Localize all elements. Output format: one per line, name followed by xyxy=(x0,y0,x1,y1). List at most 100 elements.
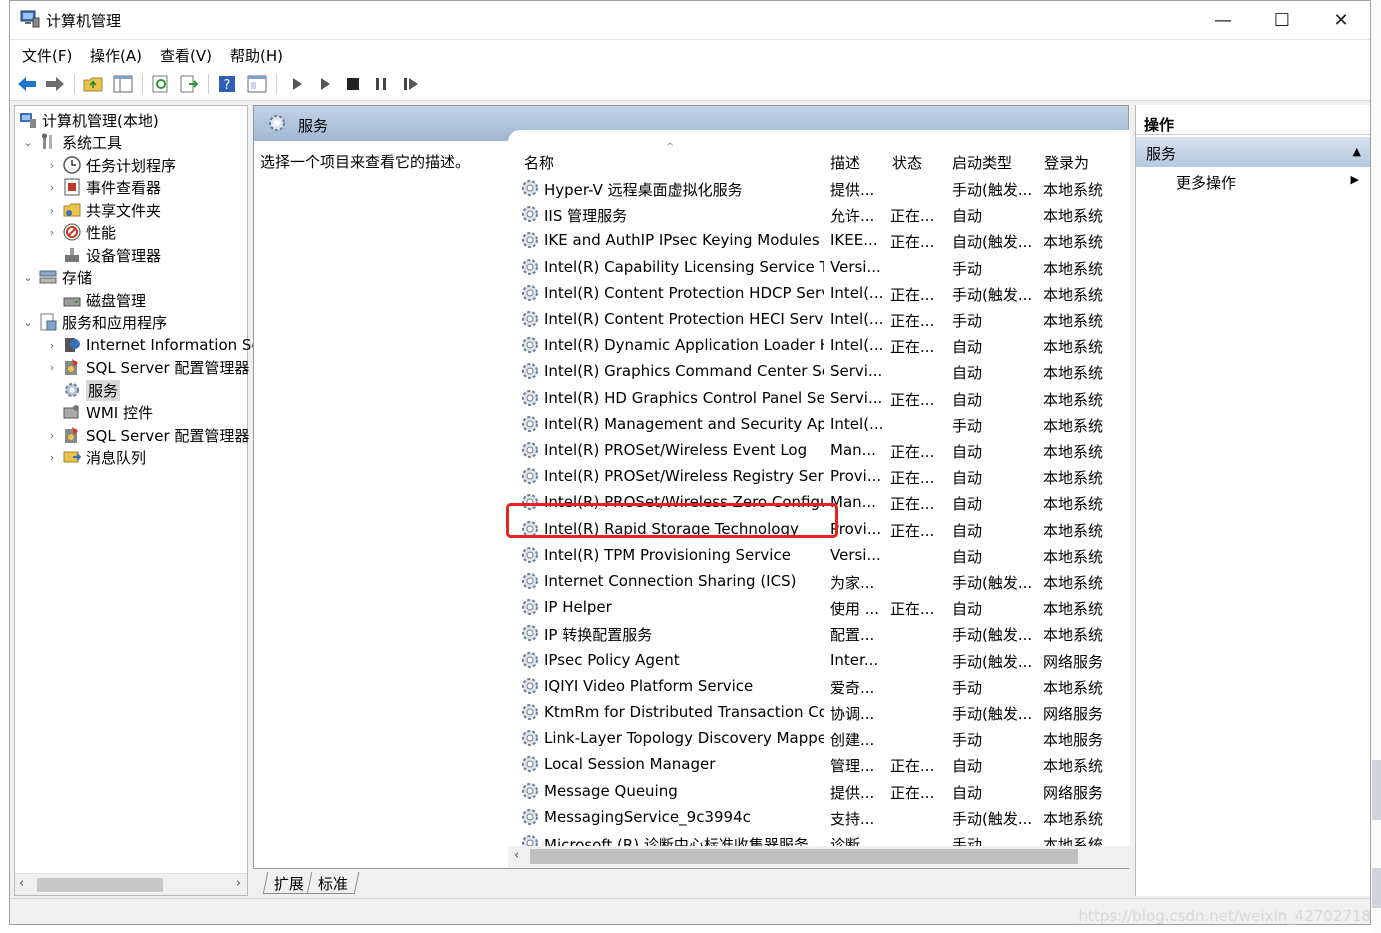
service-row[interactable]: MessagingService_9c3994c 支持... 手动(触发... 本地系… xyxy=(508,804,1108,830)
column-header-name[interactable]: 名称 xyxy=(524,152,554,173)
service-row[interactable]: Intel(R) Content Protection HECI Service… xyxy=(508,306,1108,332)
service-row[interactable]: Intel(R) Dynamic Application Loader H...… xyxy=(508,332,1108,358)
column-header-status[interactable]: 状态 xyxy=(892,152,922,173)
scroll-left-icon[interactable]: ‹ xyxy=(514,848,519,863)
tree-item-performance[interactable]: › 性能 xyxy=(45,221,116,243)
menu-action[interactable]: 操作(A) xyxy=(90,45,142,66)
service-row[interactable]: Intel(R) Graphics Command Center Ser... S… xyxy=(508,358,1108,384)
scrollbar-thumb[interactable] xyxy=(530,849,1078,864)
pause-service-icon[interactable] xyxy=(370,73,392,95)
start-service-icon[interactable] xyxy=(286,73,308,95)
service-row[interactable]: Local Session Manager 管理... 正在... 自动 本地系统 xyxy=(508,751,1108,777)
tree-item-disk-management[interactable]: 磁盘管理 xyxy=(63,289,146,311)
service-row[interactable]: IPsec Policy Agent Inter... 手动(触发... 网络服务 xyxy=(508,647,1108,673)
service-row[interactable]: Intel(R) PROSet/Wireless Event Log Man...… xyxy=(508,437,1108,463)
close-button[interactable]: ✕ xyxy=(1312,1,1370,39)
submenu-arrow-icon[interactable]: ▶ xyxy=(1351,173,1359,186)
service-description: 支持... xyxy=(830,809,875,828)
restart-service-icon[interactable] xyxy=(400,73,422,95)
scroll-left-icon[interactable]: ‹ xyxy=(19,876,24,891)
service-row[interactable]: Intel(R) Management and Security App... I… xyxy=(508,411,1108,437)
menu-bar: 文件(F) 操作(A) 查看(V) 帮助(H) xyxy=(10,39,1370,67)
properties-icon[interactable] xyxy=(246,73,268,95)
tree-item-task-scheduler[interactable]: › 任务计划程序 xyxy=(45,154,176,176)
service-row[interactable]: IQIYI Video Platform Service 爱奇... 手动 本地系统 xyxy=(508,673,1108,699)
service-status: 正在... xyxy=(890,783,935,802)
chevron-right-icon[interactable]: › xyxy=(45,429,59,442)
performance-icon xyxy=(63,223,81,241)
tree-item-event-viewer[interactable]: › 事件查看器 xyxy=(45,176,161,198)
stop-service-icon[interactable] xyxy=(342,73,364,95)
tree-label-shared-folders: 共享文件夹 xyxy=(86,201,162,220)
service-description: Intel(... xyxy=(830,414,882,433)
service-row[interactable]: Internet Connection Sharing (ICS) 为家... 手动… xyxy=(508,568,1108,594)
service-row[interactable]: IIS 管理服务 允许... 正在... 自动 本地系统 xyxy=(508,201,1108,227)
tree-item-services-apps[interactable]: ⌄ 服务和应用程序 xyxy=(21,311,167,333)
chevron-down-icon[interactable]: ⌄ xyxy=(21,271,35,284)
collapse-up-icon[interactable]: ▲ xyxy=(1353,145,1361,158)
chevron-down-icon[interactable]: ⌄ xyxy=(21,136,35,149)
chevron-right-icon[interactable]: › xyxy=(45,181,59,194)
chevron-right-icon[interactable]: › xyxy=(45,451,59,464)
menu-file[interactable]: 文件(F) xyxy=(22,45,72,66)
actions-section-services[interactable]: 服务 ▲ xyxy=(1136,137,1370,167)
more-actions-item[interactable]: 更多操作 xyxy=(1176,172,1236,193)
service-status: 正在... xyxy=(890,600,935,619)
service-gear-icon xyxy=(522,573,538,589)
tree-item-root[interactable]: 计算机管理(本地) xyxy=(19,109,159,131)
service-row[interactable]: Intel(R) PROSet/Wireless Registry Serv..… xyxy=(508,463,1108,489)
show-hide-tree-icon[interactable] xyxy=(112,73,134,95)
chevron-right-icon[interactable]: › xyxy=(45,226,59,239)
chevron-right-icon[interactable]: › xyxy=(45,361,59,374)
chevron-right-icon[interactable]: › xyxy=(45,339,59,352)
service-row[interactable]: Link-Layer Topology Discovery Mapper 创建..… xyxy=(508,725,1108,751)
shared-folder-icon xyxy=(63,203,81,217)
chevron-right-icon[interactable]: › xyxy=(45,204,59,217)
tree-item-sql-config-2[interactable]: › SQL Server 配置管理器 xyxy=(45,424,250,446)
help-icon[interactable]: ? xyxy=(216,73,238,95)
maximize-button[interactable]: ☐ xyxy=(1253,1,1311,39)
service-row[interactable]: Hyper-V 远程桌面虚拟化服务 提供... 手动(触发... 本地系统 xyxy=(508,175,1108,201)
service-row[interactable]: IP 转换配置服务 配置... 手动(触发... 本地系统 xyxy=(508,620,1108,646)
tree-item-message-queue[interactable]: › 消息队列 xyxy=(45,446,146,468)
column-header-logon-as[interactable]: 登录为 xyxy=(1044,152,1089,173)
refresh-icon[interactable] xyxy=(150,73,172,95)
tree-item-shared-folders[interactable]: › 共享文件夹 xyxy=(45,199,161,221)
service-row[interactable]: Message Queuing 提供... 正在... 自动 网络服务 xyxy=(508,778,1108,804)
tab-standard[interactable]: 标准 xyxy=(306,872,360,894)
chevron-right-icon[interactable]: › xyxy=(45,159,59,172)
export-list-icon[interactable] xyxy=(178,73,200,95)
service-name: IQIYI Video Platform Service xyxy=(544,676,754,695)
tree-item-services[interactable]: 服务 xyxy=(63,379,121,401)
minimize-button[interactable]: — xyxy=(1194,1,1252,39)
scrollbar-thumb[interactable] xyxy=(37,878,163,892)
back-icon[interactable] xyxy=(16,73,38,95)
tree-item-iis[interactable]: › Internet Information Se xyxy=(45,334,261,356)
service-row[interactable]: IP Helper 使用 ... 正在... 自动 本地系统 xyxy=(508,594,1108,620)
forward-icon[interactable] xyxy=(44,73,66,95)
scroll-right-icon[interactable]: › xyxy=(236,876,241,891)
service-row[interactable]: IKE and AuthIP IPsec Keying Modules IKEE.… xyxy=(508,227,1108,253)
disk-icon xyxy=(63,297,81,307)
service-row[interactable]: Intel(R) Content Protection HDCP Serv...… xyxy=(508,280,1108,306)
chevron-down-icon[interactable]: ⌄ xyxy=(21,316,35,329)
service-row[interactable]: Intel(R) TPM Provisioning Service Versi..… xyxy=(508,542,1108,568)
column-header-startup-type[interactable]: 启动类型 xyxy=(952,152,1012,173)
tree-item-wmi[interactable]: WMI 控件 xyxy=(63,401,153,423)
sort-ascending-icon: ^ xyxy=(666,142,675,153)
tree-item-storage[interactable]: ⌄ 存储 xyxy=(21,266,92,288)
menu-view[interactable]: 查看(V) xyxy=(160,45,212,66)
start-service-alt-icon[interactable] xyxy=(314,73,336,95)
menu-help[interactable]: 帮助(H) xyxy=(230,45,283,66)
tree-item-system-tools[interactable]: ⌄ 系统工具 xyxy=(21,131,122,153)
tree-item-device-manager[interactable]: 设备管理器 xyxy=(63,244,161,266)
navigation-tree: 计算机管理(本地) ⌄ 系统工具 › 任务计划程序 › 事件查看器 › 共享文件… xyxy=(14,105,261,896)
sql-server-icon xyxy=(65,427,78,443)
service-row[interactable]: KtmRm for Distributed Transaction Co... 协… xyxy=(508,699,1108,725)
tree-horizontal-scrollbar[interactable]: ‹ › xyxy=(15,873,247,895)
column-header-description[interactable]: 描述 xyxy=(830,152,860,173)
service-row[interactable]: Intel(R) HD Graphics Control Panel Ser..… xyxy=(508,385,1108,411)
up-folder-icon[interactable] xyxy=(82,73,104,95)
tree-item-sql-config-1[interactable]: › SQL Server 配置管理器 xyxy=(45,356,250,378)
service-row[interactable]: Intel(R) Capability Licensing Service TC… xyxy=(508,254,1108,280)
